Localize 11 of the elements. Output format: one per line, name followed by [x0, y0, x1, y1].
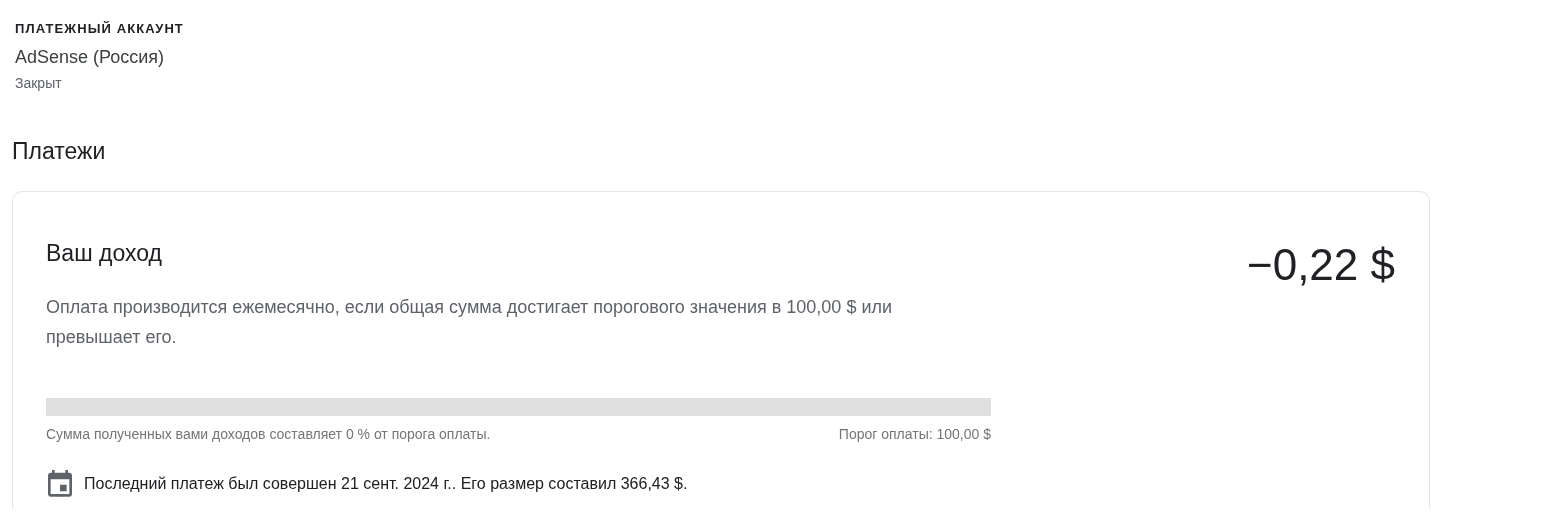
card-title: Ваш доход [46, 240, 162, 268]
section-label: ПЛАТЕЖНЫЙ АККАУНТ [15, 21, 184, 38]
payment-description: Оплата производится ежемесячно, если общая сумма достигает порогового значения в 100,00 $ или превышает его. [46, 296, 893, 350]
last-payment-text: Последний платеж был совершен 21 сент. 2024 г.. Его размер составил 366,43 $. [84, 475, 688, 494]
threshold-label: Порог оплаты: 100,00 $ [838, 426, 991, 443]
account-name: AdSense (Россия) [15, 47, 165, 69]
calendar-icon [46, 470, 74, 499]
section-heading: Платежи [12, 137, 106, 166]
account-status: Закрыт [15, 74, 62, 92]
balance-amount: −0,22 $ [1246, 240, 1395, 291]
progress-caption: Сумма полученных вами доходов составляет 0 % от порога оплаты. [46, 426, 491, 443]
